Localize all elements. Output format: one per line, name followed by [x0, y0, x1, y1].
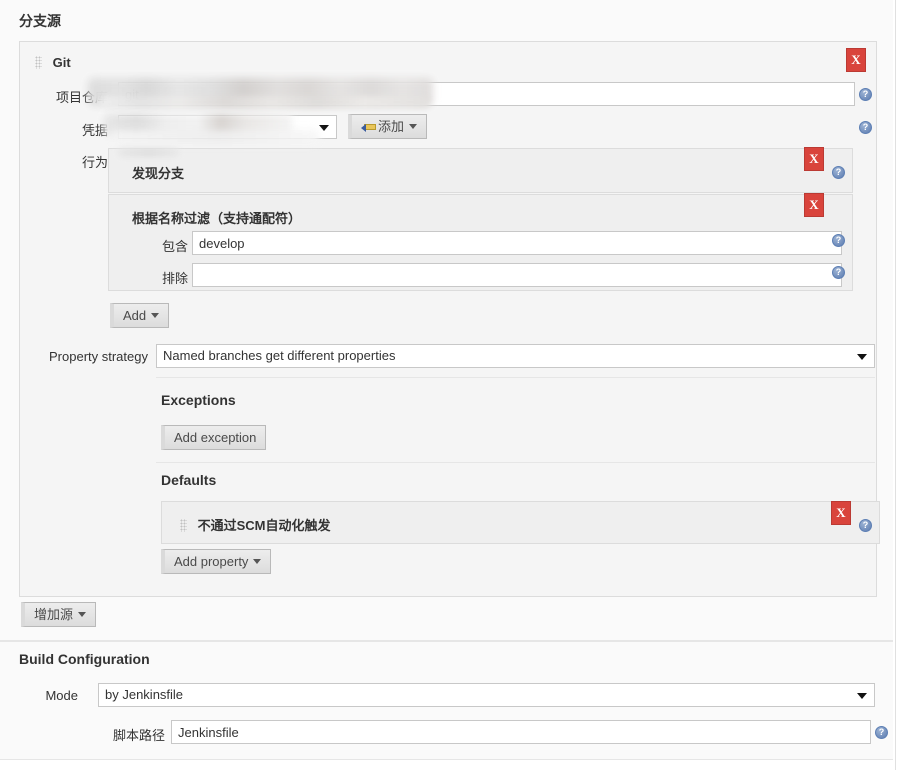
build-configuration-section: Build Configuration Mode by Jenkinsfile …: [0, 641, 893, 760]
caret-down-icon: [151, 313, 160, 318]
behaviour-item: 发现分支: [108, 148, 853, 193]
remove-behaviour-button[interactable]: X: [804, 193, 824, 217]
chevron-down-icon: [857, 693, 867, 699]
behaviour-title: 发现分支: [132, 166, 185, 181]
caret-down-icon: [409, 124, 418, 129]
exclude-input[interactable]: [192, 263, 842, 287]
defaults-title: Defaults: [161, 472, 217, 488]
credentials-help-icon[interactable]: [859, 121, 872, 134]
drag-handle-icon[interactable]: [35, 56, 42, 69]
add-source-button[interactable]: 增加源: [21, 602, 97, 627]
add-property-button[interactable]: Add property: [161, 549, 272, 574]
drag-handle-icon[interactable]: [180, 519, 187, 532]
property-strategy-label: Property strategy: [49, 349, 148, 364]
script-path-input[interactable]: [171, 720, 871, 744]
credentials-label: 凭据: [81, 123, 108, 138]
repository-help-icon[interactable]: [859, 88, 872, 101]
remove-source-button[interactable]: X: [846, 48, 866, 72]
property-strategy-value: Named branches get different properties: [163, 348, 396, 363]
add-credentials-label: 添加: [378, 119, 405, 134]
build-configuration-title: Build Configuration: [19, 651, 150, 667]
remove-behaviour-button[interactable]: X: [804, 147, 824, 171]
content-right-border: [895, 0, 896, 770]
behaviour-title: 根据名称过滤（支持通配符）: [132, 211, 302, 226]
include-input[interactable]: [192, 231, 842, 255]
redacted-behaviour-chip: [118, 148, 180, 157]
git-source-header: Git: [35, 55, 71, 70]
script-path-label: 脚本路径: [112, 728, 165, 743]
behaviours-label: 行为: [81, 155, 108, 170]
include-help-icon[interactable]: [832, 234, 845, 247]
property-strategy-select[interactable]: Named branches get different properties: [156, 344, 875, 368]
add-exception-label: Add exception: [174, 430, 257, 445]
key-add-icon: [361, 121, 376, 132]
chevron-down-icon: [857, 354, 867, 360]
remove-property-button[interactable]: X: [831, 501, 851, 525]
mode-label: Mode: [45, 688, 78, 703]
exceptions-title: Exceptions: [161, 392, 236, 408]
mode-select-value: by Jenkinsfile: [105, 687, 184, 702]
redacted-repository-url-row2: [100, 96, 430, 108]
default-property-item: 不通过SCM自动化触发: [161, 501, 880, 544]
exclude-help-icon[interactable]: [832, 266, 845, 279]
add-behaviour-label: Add: [123, 308, 147, 323]
include-label: 包含: [161, 239, 188, 254]
script-path-help-icon[interactable]: [875, 726, 888, 739]
add-credentials-button[interactable]: 添加: [348, 114, 428, 139]
default-property-help-icon[interactable]: [859, 519, 872, 532]
behaviour-item: 根据名称过滤（支持通配符） 包含 排除: [108, 194, 853, 291]
caret-down-icon: [253, 559, 262, 564]
jenkins-config-page: 分支源 Git X 项目仓库 凭据 添加 行为: [0, 0, 908, 770]
chevron-down-icon: [319, 125, 329, 131]
branch-sources-title: 分支源: [19, 13, 61, 29]
caret-down-icon: [78, 612, 87, 617]
exceptions-divider: [156, 377, 875, 378]
git-source-label: Git: [52, 55, 71, 70]
exclude-label: 排除: [161, 271, 188, 286]
add-exception-button[interactable]: Add exception: [161, 425, 267, 450]
behaviour-help-icon[interactable]: [832, 166, 845, 179]
add-behaviour-button[interactable]: Add: [110, 303, 170, 328]
add-source-label: 增加源: [34, 607, 74, 622]
defaults-divider: [156, 462, 875, 463]
default-property-header: 不通过SCM自动化触发: [180, 515, 331, 534]
default-property-title: 不通过SCM自动化触发: [197, 518, 331, 533]
mode-select[interactable]: by Jenkinsfile: [98, 683, 875, 707]
redacted-credentials-shadow: [110, 130, 320, 144]
add-property-label: Add property: [174, 554, 249, 569]
